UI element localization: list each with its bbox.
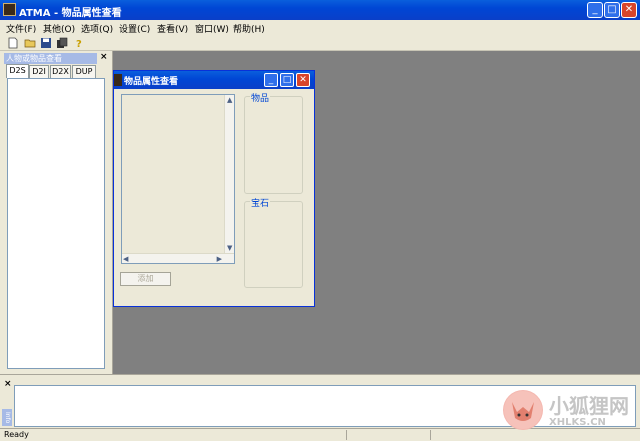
watermark-url: XHLKS.CN [549, 417, 606, 428]
tab-d2s[interactable]: D2S [6, 64, 29, 78]
panel-title: 人物或物品查看 [4, 53, 97, 64]
child-minimize-button[interactable]: _ [264, 73, 278, 87]
menu-settings[interactable]: 设置(C) [119, 22, 150, 35]
horizontal-scrollbar[interactable]: ◀ ▶ [122, 253, 234, 263]
open-folder-icon[interactable] [24, 37, 36, 49]
scroll-left-icon[interactable]: ◀ [123, 255, 128, 263]
vertical-scrollbar[interactable]: ▲ ▼ [224, 95, 234, 253]
gem-group: 宝石 [244, 196, 303, 288]
scroll-right-icon[interactable]: ▶ [217, 255, 222, 263]
app-icon [3, 3, 16, 16]
menu-file[interactable]: 文件(F) [6, 22, 36, 35]
item-group: 物品 [244, 91, 303, 194]
close-button[interactable]: ✕ [621, 2, 637, 18]
output-close-button[interactable]: × [4, 379, 12, 389]
title-bar: ATMA - 物品属性查看 _ □ ✕ [0, 0, 640, 20]
output-caption: Info [2, 409, 12, 426]
child-close-button[interactable]: ✕ [296, 73, 310, 87]
item-group-label: 物品 [250, 91, 271, 104]
child-title-bar[interactable]: 物品属性查看 _ □ ✕ [114, 71, 314, 89]
tab-d2i[interactable]: D2I [29, 65, 49, 78]
menu-options[interactable]: 选项(Q) [81, 22, 113, 35]
menu-bar: 文件(F) 其他(O) 选项(Q) 设置(C) 查看(V) 窗口(W) 帮助(H… [0, 20, 640, 35]
child-app-icon [114, 74, 122, 86]
menu-help[interactable]: 帮助(H) [233, 22, 265, 35]
file-list[interactable] [7, 78, 105, 369]
panel-close-button[interactable]: × [100, 52, 108, 62]
new-file-icon[interactable] [7, 37, 19, 49]
maximize-button[interactable]: □ [604, 2, 620, 18]
gem-group-label: 宝石 [250, 196, 271, 209]
fox-logo-icon [503, 390, 543, 430]
status-divider [346, 430, 347, 440]
child-maximize-button[interactable]: □ [280, 73, 294, 87]
add-button[interactable]: 添加 [120, 272, 171, 286]
scroll-down-icon[interactable]: ▼ [227, 244, 232, 252]
app-title: ATMA - 物品属性查看 [19, 8, 122, 19]
svg-text:?: ? [76, 39, 82, 49]
status-divider [430, 430, 431, 440]
character-panel: 人物或物品查看 × D2S D2I D2X DUP [0, 51, 113, 374]
status-text: Ready [4, 430, 29, 439]
copy-icon[interactable] [56, 37, 68, 49]
item-list[interactable]: ▲ ▼ ◀ ▶ [121, 94, 235, 264]
menu-other[interactable]: 其他(O) [43, 22, 75, 35]
help-icon[interactable]: ? [73, 37, 85, 49]
scroll-up-icon[interactable]: ▲ [227, 96, 232, 104]
child-window-title: 物品属性查看 [124, 77, 179, 87]
item-viewer-window: 物品属性查看 _ □ ✕ ▲ ▼ ◀ ▶ 物品 宝石 添加 [113, 70, 315, 307]
menu-view[interactable]: 查看(V) [157, 22, 188, 35]
save-icon[interactable] [40, 37, 52, 49]
minimize-button[interactable]: _ [587, 2, 603, 18]
tab-d2x[interactable]: D2X [50, 65, 71, 78]
toolbar: ? [0, 35, 640, 51]
tab-dup[interactable]: DUP [72, 65, 96, 78]
menu-window[interactable]: 窗口(W) [195, 22, 229, 35]
watermark-text: 小狐狸网 [549, 394, 629, 418]
watermark: 小狐狸网 XHLKS.CN [503, 388, 638, 438]
